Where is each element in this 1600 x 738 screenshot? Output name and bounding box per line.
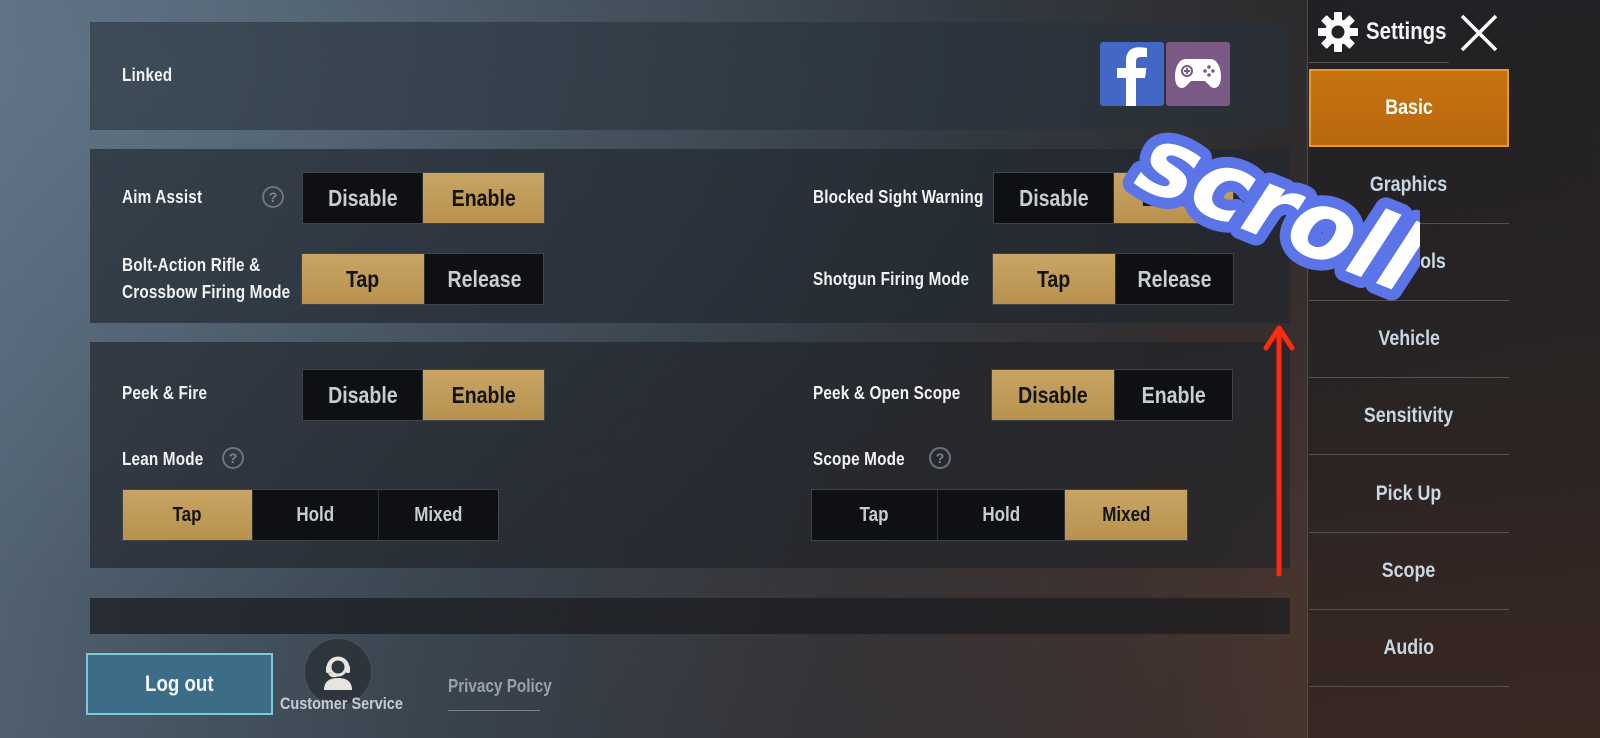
sidebar-item-audio[interactable]: Audio bbox=[1309, 610, 1509, 687]
blocked-sight-toggle: Disable Enable bbox=[993, 172, 1234, 224]
up-arrow-icon bbox=[1263, 325, 1295, 577]
sidebar-title: Settings bbox=[1366, 18, 1447, 45]
help-icon[interactable]: ? bbox=[262, 186, 284, 208]
next-settings-card bbox=[90, 598, 1290, 634]
bolt-action-label-line2: Crossbow Firing Mode bbox=[122, 282, 291, 302]
help-icon[interactable]: ? bbox=[222, 447, 244, 469]
peek-scope-enable[interactable]: Enable bbox=[1115, 370, 1232, 420]
aim-assist-disable[interactable]: Disable bbox=[303, 173, 423, 223]
aim-assist-enable[interactable]: Enable bbox=[423, 173, 544, 223]
aim-assist-toggle: Disable Enable bbox=[302, 172, 545, 224]
blocked-sight-disable[interactable]: Disable bbox=[994, 173, 1114, 223]
privacy-policy-link[interactable]: Privacy Policy bbox=[448, 676, 552, 697]
scope-mode-selector: Tap Hold Mixed bbox=[811, 489, 1188, 541]
peek-fire-disable[interactable]: Disable bbox=[303, 370, 423, 420]
close-button[interactable] bbox=[1458, 12, 1500, 54]
peek-scope-disable[interactable]: Disable bbox=[992, 370, 1115, 420]
blocked-sight-enable[interactable]: Enable bbox=[1114, 173, 1233, 223]
peek-scope-label: Peek & Open Scope bbox=[813, 383, 961, 403]
facebook-icon[interactable] bbox=[1100, 42, 1164, 106]
lean-mode-selector: Tap Hold Mixed bbox=[122, 489, 499, 541]
sidebar-item-controls[interactable]: Controls bbox=[1309, 224, 1509, 301]
shotgun-release[interactable]: Release bbox=[1116, 254, 1233, 304]
peek-fire-enable[interactable]: Enable bbox=[423, 370, 544, 420]
logout-button[interactable]: Log out bbox=[86, 653, 273, 715]
sidebar-item-basic[interactable]: Basic bbox=[1309, 69, 1509, 147]
shotgun-toggle: Tap Release bbox=[992, 253, 1234, 305]
sidebar-divider bbox=[1309, 62, 1449, 63]
bolt-action-label-line1: Bolt-Action Rifle & bbox=[122, 255, 261, 275]
bolt-action-tap[interactable]: Tap bbox=[302, 254, 425, 304]
lean-mode-hold[interactable]: Hold bbox=[253, 490, 379, 540]
blocked-sight-label: Blocked Sight Warning bbox=[813, 187, 984, 207]
scope-mode-label: Scope Mode bbox=[813, 449, 905, 469]
headset-icon bbox=[324, 656, 352, 690]
scope-mode-tap[interactable]: Tap bbox=[812, 490, 938, 540]
close-icon bbox=[1460, 14, 1498, 52]
bolt-action-release[interactable]: Release bbox=[425, 254, 543, 304]
gamepad-icon[interactable] bbox=[1166, 42, 1230, 106]
sidebar-item-graphics[interactable]: Graphics bbox=[1309, 147, 1509, 224]
lean-mode-mixed[interactable]: Mixed bbox=[379, 490, 498, 540]
sidebar-header: Settings bbox=[1316, 10, 1461, 54]
sidebar-item-vehicle[interactable]: Vehicle bbox=[1309, 301, 1509, 378]
customer-service-label: Customer Service bbox=[280, 694, 403, 713]
peek-fire-toggle: Disable Enable bbox=[302, 369, 545, 421]
sidebar-item-scope[interactable]: Scope bbox=[1309, 533, 1509, 610]
help-icon[interactable]: ? bbox=[929, 447, 951, 469]
linked-label: Linked bbox=[122, 65, 173, 85]
privacy-policy-underline bbox=[448, 710, 540, 711]
shotgun-tap[interactable]: Tap bbox=[993, 254, 1116, 304]
sidebar-item-pick-up[interactable]: Pick Up bbox=[1309, 456, 1509, 533]
sidebar-item-sensitivity[interactable]: Sensitivity bbox=[1309, 378, 1509, 455]
gear-icon bbox=[1318, 12, 1358, 52]
peek-fire-label: Peek & Fire bbox=[122, 383, 208, 403]
lean-mode-tap[interactable]: Tap bbox=[123, 490, 253, 540]
peek-scope-toggle: Disable Enable bbox=[991, 369, 1233, 421]
scope-mode-mixed[interactable]: Mixed bbox=[1065, 490, 1187, 540]
lean-mode-label: Lean Mode bbox=[122, 449, 204, 469]
bolt-action-toggle: Tap Release bbox=[301, 253, 544, 305]
aim-assist-label: Aim Assist bbox=[122, 187, 203, 207]
shotgun-label: Shotgun Firing Mode bbox=[813, 269, 970, 289]
scope-mode-hold[interactable]: Hold bbox=[938, 490, 1065, 540]
